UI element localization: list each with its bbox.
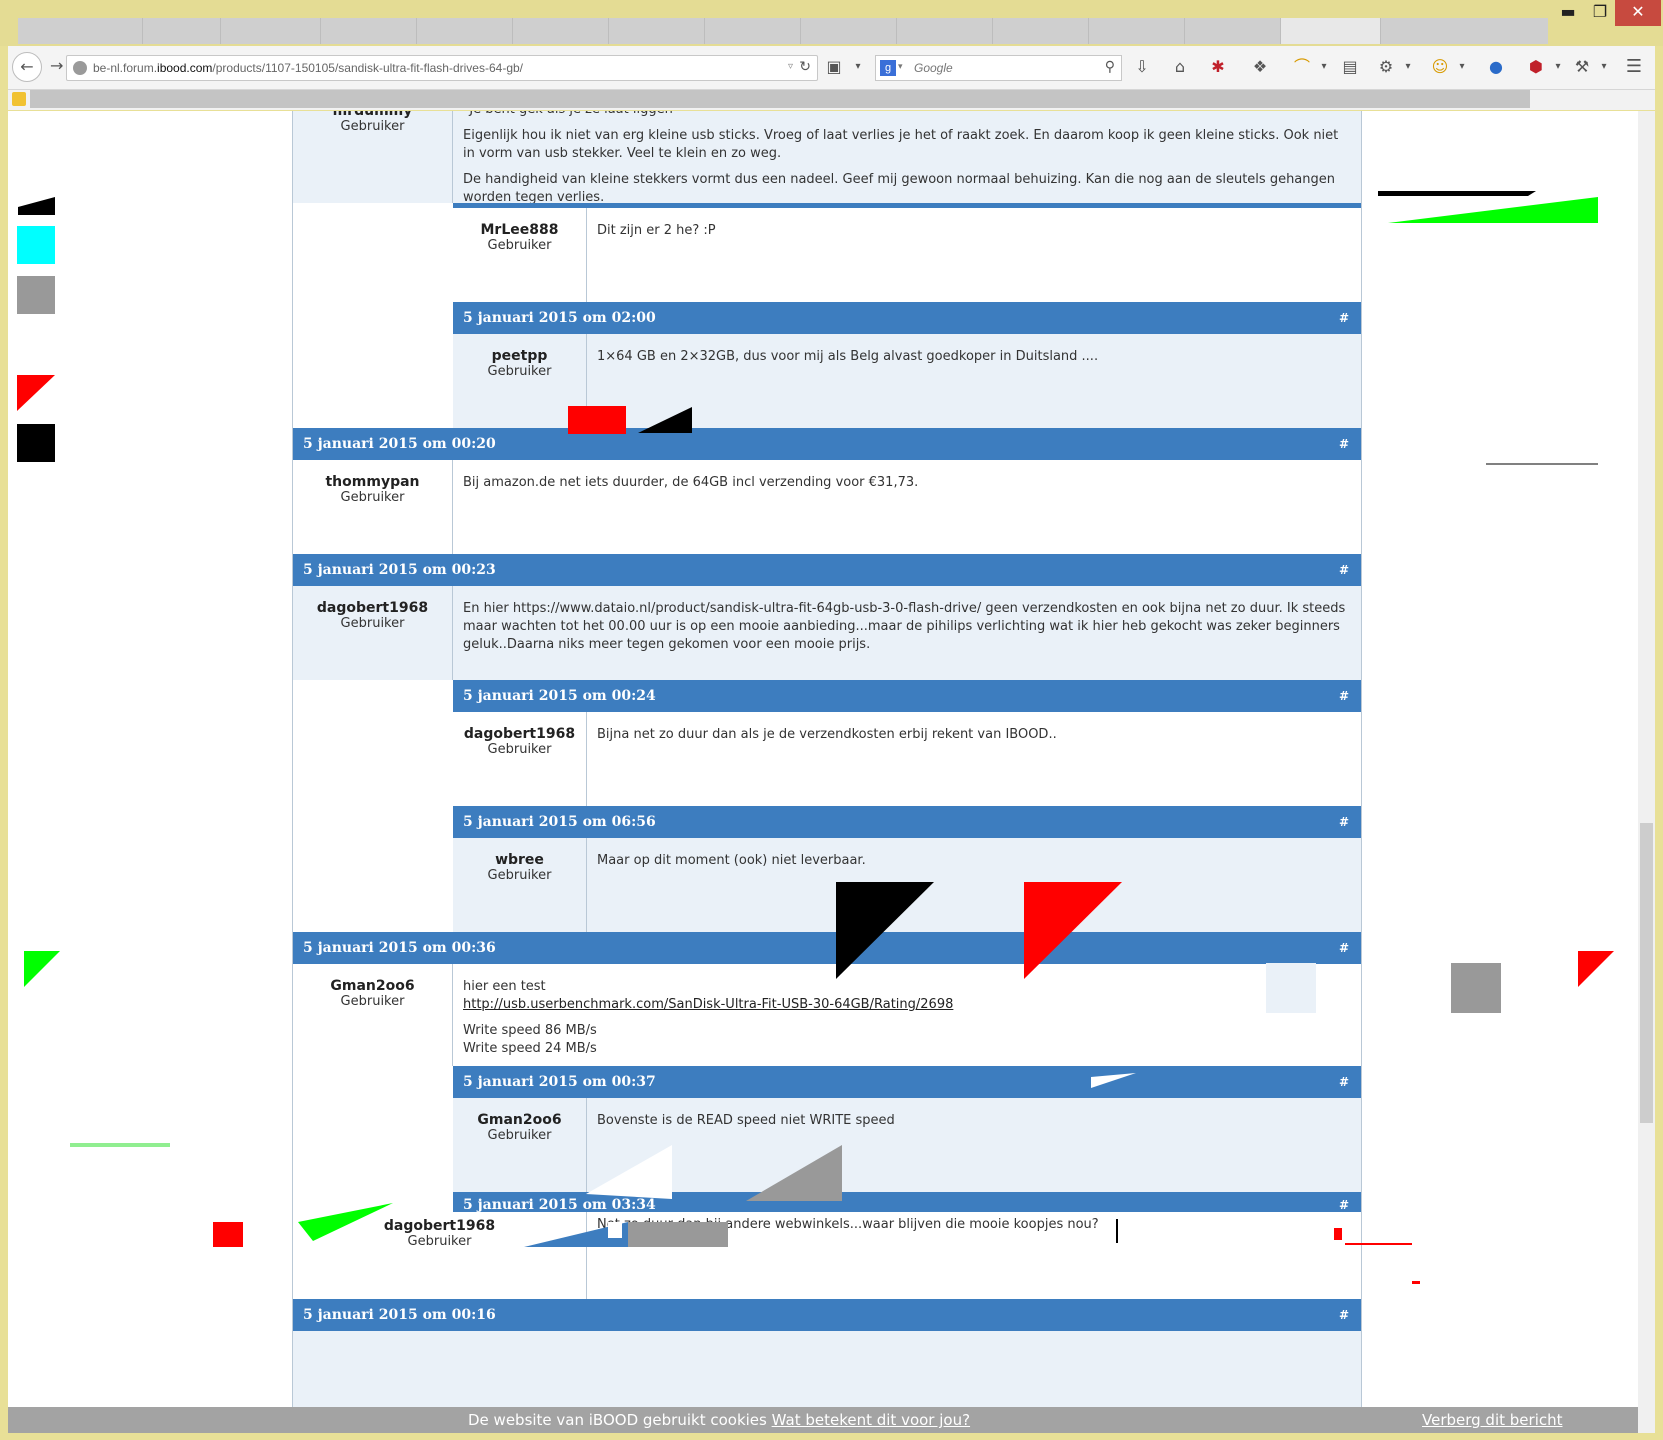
browser-tab[interactable]: [993, 18, 1089, 44]
browser-tab[interactable]: [1089, 18, 1185, 44]
cookie-info-link[interactable]: Wat betekent dit voor jou?: [772, 1411, 970, 1429]
browser-tab[interactable]: [513, 18, 609, 44]
addon-dropdown-icon[interactable]: ▾: [1450, 55, 1474, 79]
hide-cookie-notice-link[interactable]: Verberg dit bericht: [1422, 1407, 1563, 1433]
folder-icon[interactable]: [12, 92, 26, 106]
vertical-scrollbar[interactable]: [1638, 111, 1655, 1433]
site-identity-icon[interactable]: [73, 61, 87, 75]
download-icon[interactable]: ⇩: [1130, 55, 1154, 79]
addon-star-icon[interactable]: ✱: [1206, 55, 1230, 79]
back-arrow-icon: ←: [20, 57, 34, 76]
close-window-button[interactable]: ✕: [1615, 0, 1661, 26]
scrollbar-thumb[interactable]: [1640, 823, 1653, 1123]
addon-dropdown-icon[interactable]: ▾: [1546, 55, 1570, 79]
notification-addon-icon[interactable]: ●: [1484, 55, 1508, 79]
search-bar[interactable]: g ▾ Google ⚲: [875, 55, 1122, 81]
cookie-notice-text: De website van iBOOD gebruikt cookies Wa…: [468, 1411, 971, 1429]
browser-tab[interactable]: [18, 18, 143, 44]
menu-hamburger-icon[interactable]: ☰: [1622, 55, 1646, 79]
addon-dropdown-icon[interactable]: ▾: [1592, 55, 1616, 79]
browser-tab[interactable]: [705, 18, 801, 44]
bookmarks-toolbar: [8, 90, 1655, 110]
rainbow-addon-icon[interactable]: ⌒: [1290, 55, 1314, 79]
search-placeholder: Google: [914, 61, 953, 75]
browser-tab[interactable]: [221, 18, 321, 44]
addon-dropdown-icon[interactable]: ▾: [1312, 55, 1336, 79]
tab-strip: [18, 18, 1548, 44]
screenshot-addon-icon[interactable]: ▣: [822, 55, 846, 79]
reload-icon[interactable]: ↻: [799, 59, 811, 75]
address-bar[interactable]: be-nl.forum.ibood.com/products/1107-1501…: [66, 55, 818, 81]
back-button[interactable]: ←: [12, 52, 42, 82]
page-icon[interactable]: ▤: [1338, 55, 1362, 79]
google-search-engine-icon[interactable]: g: [880, 60, 896, 76]
addon-dropdown-icon[interactable]: ▾: [846, 55, 870, 79]
cookie-notice-bar: De website van iBOOD gebruikt cookies Wa…: [8, 1407, 1638, 1433]
page-viewport: mrdummy Gebruiker “Je bent gek als je ze…: [8, 111, 1655, 1433]
addon-dropdown-icon[interactable]: ▾: [1396, 55, 1420, 79]
navigation-toolbar: ← → be-nl.forum.ibood.com/products/1107-…: [8, 46, 1655, 90]
browser-tab[interactable]: [897, 18, 993, 44]
browser-tab[interactable]: [417, 18, 513, 44]
maximize-button[interactable]: ❐: [1585, 0, 1615, 26]
url-text: be-nl.forum.ibood.com/products/1107-1501…: [93, 61, 524, 75]
active-tab[interactable]: [1281, 18, 1381, 44]
browser-tab[interactable]: [1185, 18, 1281, 44]
minimize-button[interactable]: ▬: [1553, 0, 1583, 26]
bookmarks-area: [30, 90, 1530, 108]
browser-tab[interactable]: [321, 18, 417, 44]
url-history-dropdown-icon[interactable]: ▿: [788, 61, 793, 72]
adblock-icon[interactable]: ⬢: [1524, 55, 1548, 79]
search-icon[interactable]: ⚲: [1105, 59, 1115, 75]
browser-tab[interactable]: [143, 18, 221, 44]
addon-puzzle-icon[interactable]: ❖: [1248, 55, 1272, 79]
screen-artifacts: [17, 191, 1614, 1284]
settings-gear-icon[interactable]: ⚙: [1374, 55, 1398, 79]
browser-tab[interactable]: [609, 18, 705, 44]
forward-button[interactable]: →: [50, 56, 63, 75]
window-titlebar: ▬ ❐ ✕: [0, 0, 1663, 46]
smiley-addon-icon[interactable]: ☺: [1428, 55, 1452, 79]
home-icon[interactable]: ⌂: [1168, 55, 1192, 79]
forward-arrow-icon: →: [50, 56, 64, 75]
browser-tab[interactable]: [801, 18, 897, 44]
engine-dropdown-icon[interactable]: ▾: [898, 62, 903, 72]
tools-addon-icon[interactable]: ⚒: [1570, 55, 1594, 79]
